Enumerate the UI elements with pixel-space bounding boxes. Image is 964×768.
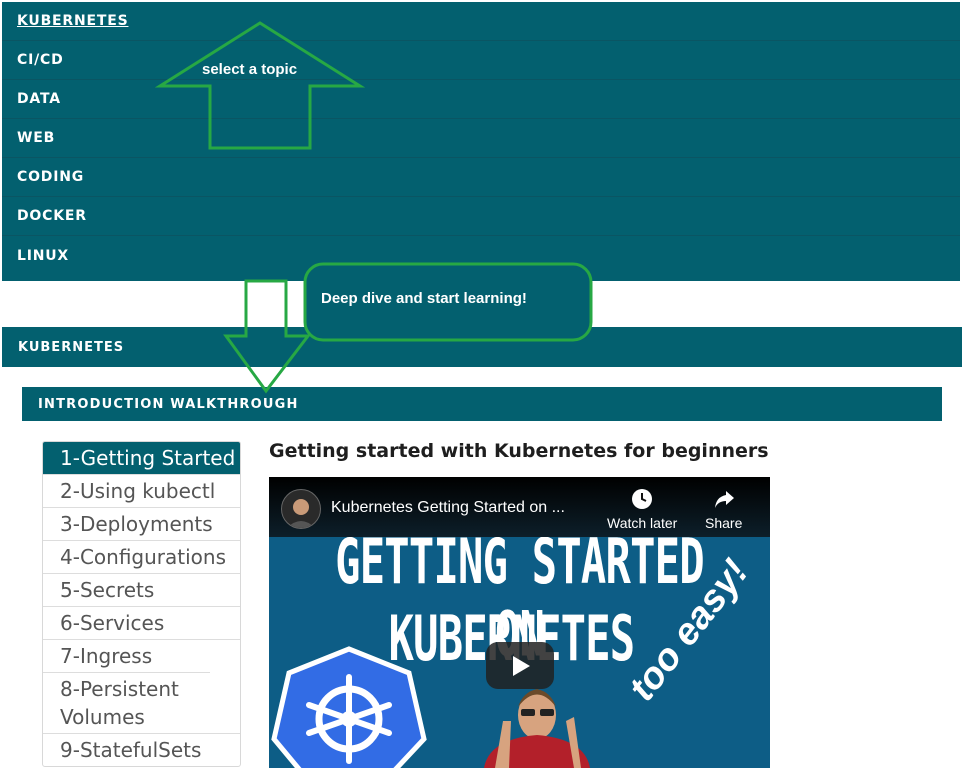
play-icon: [513, 655, 530, 676]
topic-nav-item-docker[interactable]: DOCKER: [2, 197, 960, 236]
watch-later-button[interactable]: Watch later: [607, 487, 677, 531]
watch-later-label: Watch later: [607, 515, 678, 531]
lesson-item-deployments[interactable]: 3-Deployments: [43, 507, 240, 540]
topic-nav: KUBERNETES CI/CD DATA WEB CODING DOCKER …: [2, 2, 960, 281]
clock-icon: [632, 489, 653, 509]
share-icon: [714, 491, 734, 508]
topic-nav-item-kubernetes[interactable]: KUBERNETES: [2, 2, 960, 41]
share-button[interactable]: Share: [705, 487, 742, 531]
topic-nav-item-web[interactable]: WEB: [2, 119, 960, 158]
lesson-list: 1-Getting Started 2-Using kubectl 3-Depl…: [42, 441, 241, 767]
avatar: [287, 499, 315, 528]
subsection-header[interactable]: INTRODUCTION WALKTHROUGH: [22, 387, 942, 421]
callout-label: Deep dive and start learning!: [321, 290, 527, 307]
lesson-item-configurations[interactable]: 4-Configurations: [43, 540, 240, 573]
lesson-item-persistent-volumes[interactable]: 8-Persistent Volumes: [43, 672, 210, 733]
lesson-item-using-kubectl[interactable]: 2-Using kubectl: [43, 474, 240, 507]
lesson-item-ingress[interactable]: 7-Ingress: [43, 639, 240, 672]
video-title[interactable]: Kubernetes Getting Started on ...: [331, 499, 565, 517]
lesson-item-secrets[interactable]: 5-Secrets: [43, 573, 240, 606]
topic-nav-item-cicd[interactable]: CI/CD: [2, 41, 960, 80]
topic-nav-item-coding[interactable]: CODING: [2, 158, 960, 197]
topic-nav-item-data[interactable]: DATA: [2, 80, 960, 119]
channel-avatar[interactable]: [281, 489, 321, 529]
section-title: KUBERNETES: [18, 339, 125, 355]
video-player[interactable]: GETTING STARTED ON KUBERNETES too easy! …: [269, 477, 770, 768]
video-header: Kubernetes Getting Started on ... Watch …: [269, 477, 770, 537]
subsection-title: INTRODUCTION WALKTHROUGH: [38, 396, 299, 412]
section-header: KUBERNETES: [2, 327, 962, 367]
topic-nav-item-linux[interactable]: LINUX: [2, 236, 960, 275]
lesson-item-getting-started[interactable]: 1-Getting Started: [43, 442, 240, 474]
share-label: Share: [705, 515, 743, 531]
up-arrow-label: select a topic: [202, 61, 298, 78]
lesson-item-services[interactable]: 6-Services: [43, 606, 240, 639]
play-button[interactable]: [486, 642, 554, 689]
lesson-item-statefulsets[interactable]: 9-StatefulSets: [43, 733, 240, 766]
article-title: Getting started with Kubernetes for begi…: [269, 440, 769, 462]
